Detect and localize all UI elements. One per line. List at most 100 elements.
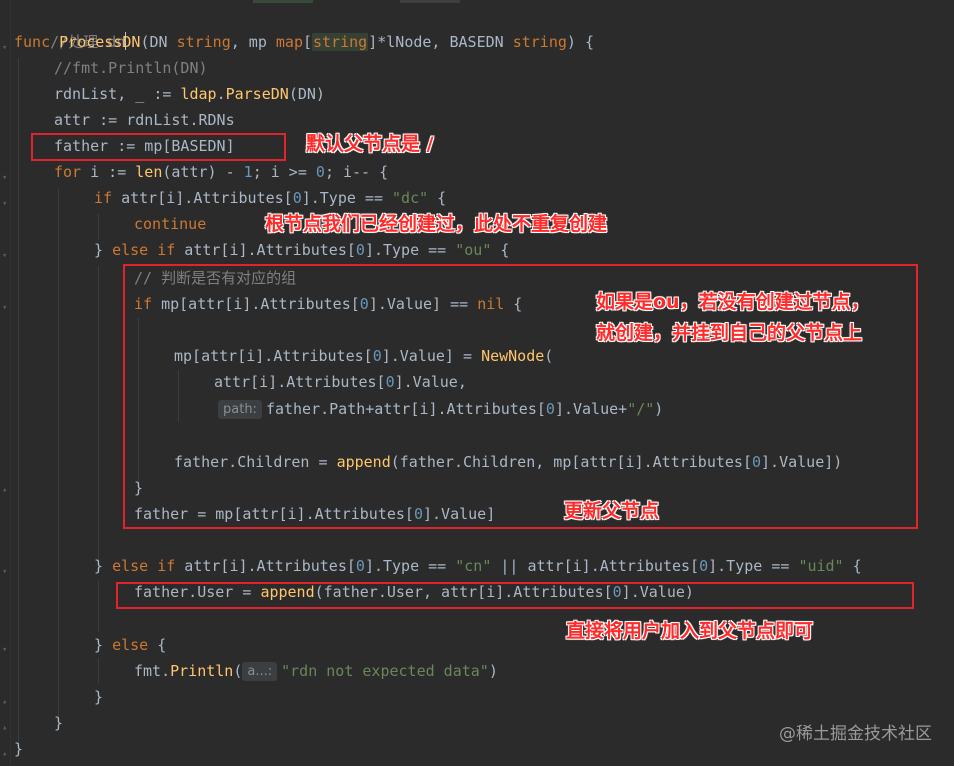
fold-marker-icon[interactable]: ▴	[2, 698, 8, 707]
keyword: else	[112, 241, 149, 259]
indent-guide	[98, 658, 99, 684]
code-line-println[interactable]: fmt.Println(a...: "rdn not expected data"…	[134, 658, 498, 684]
code-line[interactable]: //处理 dn	[14, 3, 127, 51]
parameter-hint: a...:	[242, 662, 278, 681]
function-name: ProcessDN	[59, 33, 141, 51]
code-comment: //fmt.Println(DN)	[54, 59, 208, 77]
highlight-box-father-default	[31, 133, 286, 161]
code-text: , mp	[230, 33, 267, 51]
code-text: attr[i].Attributes[	[175, 557, 356, 575]
code-text: (DN)	[288, 85, 325, 103]
code-line-func-signature[interactable]: func ProcessDN(DN string, mp map[string]…	[14, 29, 594, 55]
keyword: for	[54, 163, 82, 181]
fold-marker-icon[interactable]: ▾	[2, 200, 8, 209]
string-literal: "rdn not expected data"	[281, 662, 489, 680]
string-literal: "uid"	[798, 557, 844, 575]
code-text: )	[488, 662, 498, 680]
annotation-root-created: 根节点我们已经创建过，此处不重复创建	[265, 213, 608, 235]
code-line-else[interactable]: } else {	[94, 632, 166, 658]
fold-marker-icon[interactable]: ▴	[2, 750, 8, 759]
code-text: {	[428, 189, 447, 207]
keyword: func	[14, 33, 51, 51]
code-line-else-if-ou[interactable]: } else if attr[i].Attributes[0].Type == …	[94, 237, 509, 263]
code-text: .	[216, 85, 226, 103]
code-text: (attr) -	[162, 163, 244, 181]
code-line[interactable]: }	[94, 684, 103, 710]
keyword: if	[157, 557, 176, 575]
type-name: string	[512, 33, 567, 51]
type-name: map	[275, 33, 303, 51]
highlight-box-append-user	[116, 582, 914, 609]
code-editor[interactable]: ▾ ▾ ▾ ▾ ▾ ▴ ▾ ▾ ▴ ▴ ▴ //处理 dn func Proce…	[0, 0, 954, 766]
indent-guide	[98, 580, 99, 632]
code-text: ) {	[566, 33, 594, 51]
code-text: ].Type ==	[364, 241, 456, 259]
code-line[interactable]: }	[14, 736, 23, 762]
type-name: string	[312, 33, 369, 51]
code-text: attr := rdnList.RDNs	[54, 111, 235, 129]
code-text: }	[14, 740, 24, 758]
number-literal: 0	[315, 163, 325, 181]
fold-marker-icon[interactable]: ▾	[2, 646, 8, 655]
number-literal: 0	[355, 241, 365, 259]
code-text: {	[491, 241, 510, 259]
keyword: if	[94, 189, 113, 207]
code-text: }	[54, 714, 64, 732]
annotation-update-father: 更新父节点	[564, 500, 660, 522]
string-literal: "cn"	[455, 557, 492, 575]
keyword: if	[157, 241, 176, 259]
function-call: len	[135, 163, 163, 181]
indent-guide	[58, 188, 59, 722]
code-text: }	[94, 241, 113, 259]
package-name: ldap	[180, 85, 217, 103]
code-text: }	[94, 557, 113, 575]
code-text: {	[148, 636, 167, 654]
keyword: continue	[134, 215, 207, 233]
fold-marker-icon[interactable]: ▴	[2, 486, 8, 495]
code-line[interactable]: }	[54, 710, 63, 736]
code-line-for-loop[interactable]: for i := len(attr) - 1; i >= 0; i-- {	[54, 159, 388, 185]
keyword: else	[112, 557, 149, 575]
number-literal: 1	[243, 163, 253, 181]
code-text: ]*lNode, BASEDN	[368, 33, 504, 51]
code-line-continue[interactable]: continue	[134, 211, 206, 237]
code-text: ].Type ==	[364, 557, 456, 575]
type-name: string	[176, 33, 231, 51]
number-literal: 0	[355, 557, 365, 575]
code-text: (DN	[140, 33, 168, 51]
code-text: ].Type ==	[301, 189, 393, 207]
code-line[interactable]: rdnList, _ := ldap.ParseDN(DN)	[54, 81, 325, 107]
number-literal: 0	[292, 189, 302, 207]
fold-marker-icon[interactable]: ▾	[2, 174, 8, 183]
code-text: ; i >=	[252, 163, 316, 181]
code-line[interactable]: attr := rdnList.RDNs	[54, 107, 235, 133]
code-line-if-dc[interactable]: if attr[i].Attributes[0].Type == "dc" {	[94, 185, 446, 211]
code-text: i :=	[81, 163, 136, 181]
fold-marker-icon[interactable]: ▴	[2, 724, 8, 733]
fold-marker-icon[interactable]: ▾	[2, 304, 8, 313]
annotation-ou-line2: 就创建，并挂到自己的父节点上	[596, 322, 863, 344]
fold-marker-icon[interactable]: ▾	[2, 568, 8, 577]
annotation-add-user: 直接将用户加入到父节点即可	[566, 620, 814, 642]
fold-marker-icon[interactable]: ▾	[2, 44, 8, 53]
indent-guide	[98, 266, 99, 566]
code-text: attr[i].Attributes[	[112, 189, 293, 207]
code-text: (	[233, 662, 243, 680]
string-literal: "dc"	[392, 189, 429, 207]
function-call: Println	[170, 662, 234, 680]
annotation-father-default: 默认父节点是 /	[306, 133, 434, 155]
fold-marker-icon[interactable]: ▾	[2, 252, 8, 261]
code-line-else-if-cn-uid[interactable]: } else if attr[i].Attributes[0].Type == …	[94, 553, 862, 579]
function-call: ParseDN	[225, 85, 289, 103]
code-text: || attr[i].Attributes[	[491, 557, 700, 575]
code-line[interactable]: //fmt.Println(DN)	[54, 55, 208, 81]
tab-strip-edge	[250, 0, 650, 3]
number-literal: 0	[699, 557, 709, 575]
keyword: else	[112, 636, 149, 654]
indent-guide	[18, 58, 19, 748]
code-text: fmt.	[134, 662, 171, 680]
code-text: attr[i].Attributes[	[175, 241, 356, 259]
code-text: }	[94, 688, 104, 706]
